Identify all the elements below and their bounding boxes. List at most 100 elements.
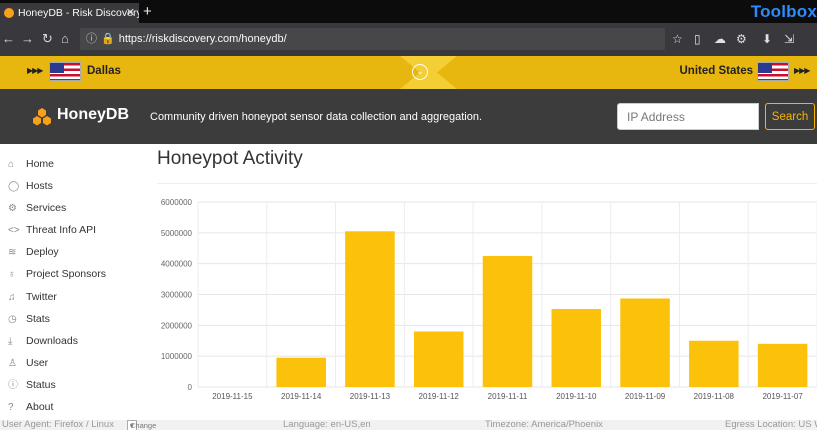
honeydb-logo-icon[interactable]	[32, 107, 52, 127]
url-bar[interactable]: ⓘ 🔒 https://riskdiscovery.com/honeydb/	[80, 28, 665, 50]
y-tick-label: 4000000	[161, 260, 193, 269]
award-icon: ♁	[8, 269, 16, 280]
favicon-icon	[4, 8, 14, 18]
y-tick-label: 5000000	[161, 229, 193, 238]
sidebar-item-label: Status	[26, 379, 56, 391]
browser-navbar: ← → ↻ ⌂ ⓘ 🔒 https://riskdiscovery.com/hone…	[0, 23, 817, 56]
status-bar: User Agent: Firefox / Linux Change ▾ Lan…	[0, 420, 817, 430]
sidebar-item-label: Home	[26, 158, 55, 170]
ua-select-label: Change	[130, 421, 157, 430]
user-agent-select[interactable]: Change ▾	[127, 420, 156, 430]
services-icon: ⚙	[8, 203, 17, 214]
x-tick-label: 2019-11-14	[281, 392, 322, 401]
sidebar-item-threat-info-api[interactable]: <> Threat Info API	[8, 221, 96, 239]
location-banner: ▶▶▶ Dallas ⌄ United States ▶▶▶	[0, 56, 817, 89]
y-tick-label: 0	[188, 383, 193, 392]
egress-text: Egress Location: US West	[725, 420, 817, 430]
forward-icon[interactable]: →	[21, 31, 34, 47]
sidebar-item-label: Downloads	[26, 335, 78, 347]
location-country: United States	[679, 65, 754, 77]
bar	[482, 255, 533, 387]
browser-tab[interactable]: HoneyDB - Risk Discovery ✕	[0, 3, 139, 23]
sidebar-item-downloads[interactable]: ⤓ Downloads	[8, 332, 78, 350]
twitter-icon: ♫	[8, 292, 16, 303]
sidebar-item-label: Services	[26, 202, 67, 214]
code-icon: <>	[8, 225, 20, 236]
brand-name[interactable]: HoneyDB	[57, 106, 129, 124]
url-host: riskdiscovery.com	[151, 33, 239, 45]
x-tick-label: 2019-11-11	[488, 392, 528, 401]
back-icon[interactable]: ←	[2, 31, 15, 47]
search-button[interactable]: Search	[765, 103, 815, 130]
sidebar-item-label: Hosts	[26, 180, 53, 192]
sidebar-item-project-sponsors[interactable]: ♁ Project Sponsors	[8, 265, 106, 283]
arrows-icon: ▶▶▶	[794, 66, 811, 75]
url-prefix: https://	[118, 33, 152, 45]
lock-icon: 🔒	[101, 33, 115, 45]
sidebar-item-stats[interactable]: ◷ Stats	[8, 310, 50, 328]
overflow-icon[interactable]: ⇲	[784, 31, 794, 47]
hosts-icon: ◯	[8, 181, 20, 192]
divider	[157, 183, 817, 184]
user-agent-text: User Agent: Firefox / Linux	[2, 420, 114, 430]
download-status-icon[interactable]: ⬇	[762, 31, 772, 47]
chevron-down-icon[interactable]: ⌄	[412, 64, 428, 80]
y-tick-label: 2000000	[161, 321, 193, 330]
sidebar-item-user[interactable]: ♙ User	[8, 354, 48, 372]
bar	[757, 343, 808, 387]
sidebar-item-label: Project Sponsors	[26, 268, 106, 280]
sidebar-item-label: About	[26, 401, 54, 413]
sidebar: ⌂ Home ◯ Hosts ⚙ Services <> Threat Info API…	[0, 144, 140, 420]
sidebar-item-label: Twitter	[26, 291, 57, 303]
clock-icon: ◷	[8, 314, 17, 325]
y-tick-label: 1000000	[161, 352, 193, 361]
y-tick-label: 6000000	[161, 198, 193, 207]
home-icon: ⌂	[8, 159, 15, 170]
bar	[620, 298, 670, 387]
pocket-icon[interactable]: ▯	[694, 31, 701, 47]
sidebar-item-label: Stats	[26, 313, 50, 325]
sidebar-item-deploy[interactable]: ≋ Deploy	[8, 243, 59, 261]
home-button-icon[interactable]: ⌂	[61, 31, 69, 47]
x-tick-label: 2019-11-13	[350, 392, 391, 401]
timezone-text: Timezone: America/Phoenix	[485, 420, 603, 430]
reload-icon[interactable]: ↻	[42, 31, 53, 47]
info-icon: ?	[8, 402, 14, 413]
download-icon: ⤓	[8, 336, 13, 347]
location-city: Dallas	[87, 65, 121, 77]
bookmark-star-icon[interactable]: ☆	[672, 31, 683, 47]
user-icon: ♙	[8, 358, 17, 369]
x-tick-label: 2019-11-08	[694, 392, 735, 401]
status-icon: ⓘ	[8, 380, 18, 391]
new-tab-icon[interactable]: +	[143, 3, 152, 21]
tab-title: HoneyDB - Risk Discovery	[18, 7, 139, 19]
us-flag-icon	[49, 62, 81, 81]
sidebar-item-hosts[interactable]: ◯ Hosts	[8, 177, 53, 195]
ip-address-input[interactable]	[617, 103, 759, 130]
x-tick-label: 2019-11-12	[419, 392, 460, 401]
x-tick-label: 2019-11-07	[762, 392, 803, 401]
language-text: Language: en-US,en	[283, 420, 371, 430]
sidebar-item-label: Threat Info API	[26, 224, 97, 236]
url-path: /honeydb/	[238, 33, 287, 45]
sidebar-item-twitter[interactable]: ♫ Twitter	[8, 288, 57, 306]
sidebar-item-home[interactable]: ⌂ Home	[8, 155, 54, 173]
close-tab-icon[interactable]: ✕	[126, 3, 135, 23]
toolbox-label: Toolbox	[750, 2, 817, 21]
stack-icon: ≋	[8, 247, 17, 258]
browser-tab-strip: HoneyDB - Risk Discovery ✕ + Toolbox	[0, 0, 817, 23]
page-title: Honeypot Activity	[157, 148, 303, 169]
site-header: HoneyDB Community driven honeypot sensor…	[0, 89, 817, 144]
bar	[413, 331, 464, 387]
sidebar-item-about[interactable]: ? About	[8, 398, 53, 416]
sync-icon[interactable]: ☁	[714, 31, 726, 47]
bar	[689, 340, 739, 387]
info-icon[interactable]: ⓘ	[86, 33, 97, 45]
sidebar-item-status[interactable]: ⓘ Status	[8, 376, 56, 394]
extension-icon[interactable]: ⚙	[736, 31, 747, 47]
sidebar-item-services[interactable]: ⚙ Services	[8, 199, 66, 217]
bar	[345, 231, 395, 387]
x-tick-label: 2019-11-10	[556, 392, 597, 401]
activity-chart: 0 1000000 2000000 3000000 4000000 5000000 6000…	[140, 189, 817, 411]
bar	[276, 357, 326, 387]
